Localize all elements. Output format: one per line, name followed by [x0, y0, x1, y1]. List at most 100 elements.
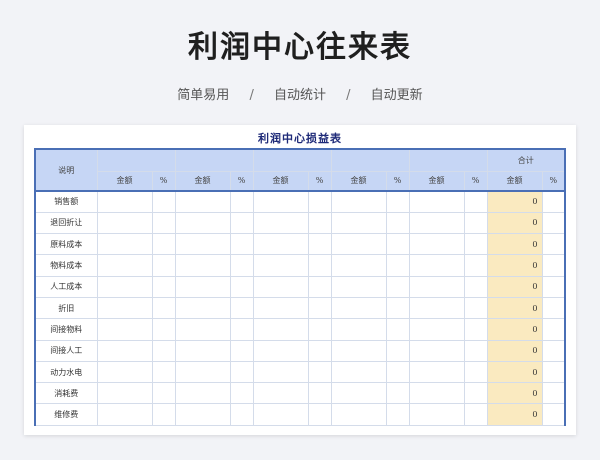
amount-cell[interactable] [330, 233, 387, 256]
amount-cell[interactable] [252, 318, 309, 341]
group-header[interactable] [252, 148, 332, 172]
percent-cell[interactable] [307, 211, 332, 235]
group-header[interactable] [174, 148, 254, 172]
total-amount-cell[interactable]: 0 [486, 233, 543, 256]
amount-cell[interactable] [96, 403, 153, 426]
percent-cell[interactable] [151, 211, 176, 235]
percent-cell[interactable] [151, 382, 176, 405]
percent-cell[interactable] [151, 190, 176, 213]
percent-cell[interactable] [229, 296, 254, 320]
percent-cell[interactable] [541, 275, 566, 298]
percent-cell[interactable] [151, 360, 176, 384]
total-amount-cell[interactable]: 0 [486, 318, 543, 341]
amount-cell[interactable] [330, 382, 387, 405]
amount-cell[interactable] [96, 190, 153, 213]
amount-cell[interactable] [330, 318, 387, 341]
amount-cell[interactable] [408, 360, 465, 384]
percent-cell[interactable] [229, 318, 254, 341]
percent-cell[interactable] [385, 296, 410, 320]
percent-cell[interactable] [307, 382, 332, 405]
amount-cell[interactable] [330, 360, 387, 384]
amount-cell[interactable] [174, 254, 231, 277]
percent-cell[interactable] [385, 318, 410, 341]
percent-cell[interactable] [229, 339, 254, 362]
percent-cell[interactable] [463, 318, 488, 341]
percent-cell[interactable] [229, 233, 254, 256]
total-amount-cell[interactable]: 0 [486, 190, 543, 213]
amount-cell[interactable] [330, 403, 387, 426]
percent-cell[interactable] [307, 360, 332, 384]
percent-cell[interactable] [541, 339, 566, 362]
percent-cell[interactable] [151, 233, 176, 256]
percent-cell[interactable] [307, 190, 332, 213]
amount-cell[interactable] [330, 275, 387, 298]
amount-cell[interactable] [96, 318, 153, 341]
amount-cell[interactable] [96, 211, 153, 235]
amount-cell[interactable] [408, 318, 465, 341]
amount-cell[interactable] [174, 296, 231, 320]
percent-cell[interactable] [463, 296, 488, 320]
amount-cell[interactable] [252, 233, 309, 256]
amount-cell[interactable] [96, 296, 153, 320]
amount-cell[interactable] [174, 190, 231, 213]
percent-cell[interactable] [229, 360, 254, 384]
total-amount-cell[interactable]: 0 [486, 275, 543, 298]
percent-cell[interactable] [229, 382, 254, 405]
percent-cell[interactable] [541, 403, 566, 426]
percent-cell[interactable] [463, 382, 488, 405]
total-amount-cell[interactable]: 0 [486, 211, 543, 235]
percent-cell[interactable] [307, 275, 332, 298]
total-amount-cell[interactable]: 0 [486, 296, 543, 320]
percent-cell[interactable] [229, 275, 254, 298]
percent-cell[interactable] [151, 296, 176, 320]
percent-cell[interactable] [463, 233, 488, 256]
percent-cell[interactable] [151, 339, 176, 362]
amount-cell[interactable] [96, 339, 153, 362]
percent-cell[interactable] [541, 296, 566, 320]
amount-cell[interactable] [174, 275, 231, 298]
percent-cell[interactable] [307, 339, 332, 362]
amount-cell[interactable] [408, 211, 465, 235]
percent-cell[interactable] [229, 403, 254, 426]
total-amount-cell[interactable]: 0 [486, 254, 543, 277]
percent-cell[interactable] [307, 254, 332, 277]
percent-cell[interactable] [229, 190, 254, 213]
amount-cell[interactable] [408, 296, 465, 320]
amount-cell[interactable] [174, 233, 231, 256]
percent-cell[interactable] [541, 233, 566, 256]
percent-cell[interactable] [541, 318, 566, 341]
amount-cell[interactable] [408, 339, 465, 362]
percent-cell[interactable] [463, 360, 488, 384]
percent-cell[interactable] [541, 211, 566, 235]
amount-cell[interactable] [408, 275, 465, 298]
percent-cell[interactable] [385, 211, 410, 235]
amount-cell[interactable] [330, 211, 387, 235]
amount-cell[interactable] [408, 254, 465, 277]
percent-cell[interactable] [385, 275, 410, 298]
amount-cell[interactable] [96, 360, 153, 384]
percent-cell[interactable] [151, 403, 176, 426]
amount-cell[interactable] [174, 339, 231, 362]
amount-cell[interactable] [252, 339, 309, 362]
amount-cell[interactable] [252, 403, 309, 426]
group-header[interactable] [96, 148, 176, 172]
percent-cell[interactable] [151, 254, 176, 277]
amount-cell[interactable] [252, 211, 309, 235]
percent-cell[interactable] [463, 190, 488, 213]
total-amount-cell[interactable]: 0 [486, 339, 543, 362]
percent-cell[interactable] [385, 360, 410, 384]
percent-cell[interactable] [307, 403, 332, 426]
amount-cell[interactable] [252, 254, 309, 277]
amount-cell[interactable] [96, 254, 153, 277]
percent-cell[interactable] [385, 339, 410, 362]
percent-cell[interactable] [385, 254, 410, 277]
percent-cell[interactable] [541, 382, 566, 405]
amount-cell[interactable] [96, 382, 153, 405]
amount-cell[interactable] [408, 382, 465, 405]
percent-cell[interactable] [385, 403, 410, 426]
amount-cell[interactable] [408, 190, 465, 213]
percent-cell[interactable] [463, 339, 488, 362]
percent-cell[interactable] [463, 275, 488, 298]
amount-cell[interactable] [174, 360, 231, 384]
amount-cell[interactable] [174, 382, 231, 405]
